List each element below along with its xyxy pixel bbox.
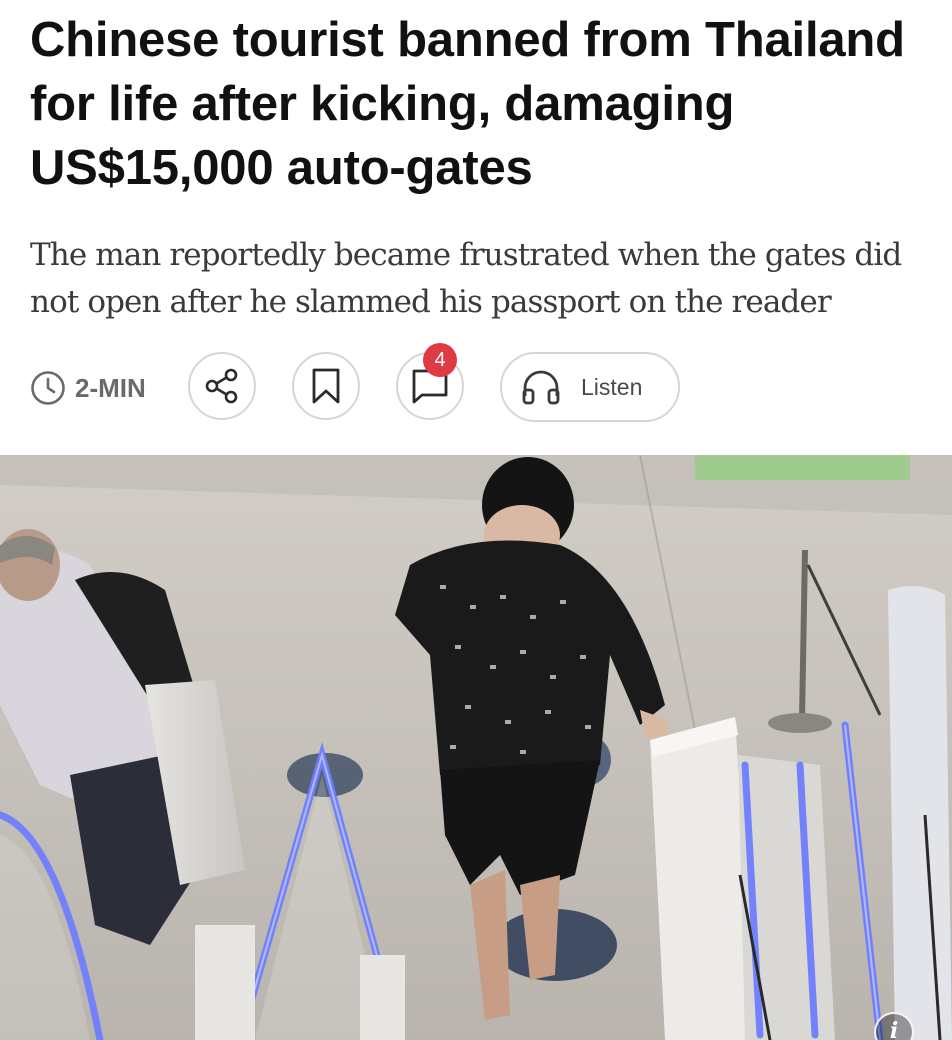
cctv-scene-image	[0, 455, 952, 1040]
headline: Chinese tourist banned from Thailand for…	[30, 13, 905, 195]
article-photo[interactable]	[0, 455, 952, 1040]
article: Chinese tourist banned from Thailand for…	[0, 0, 952, 1040]
clock-icon	[30, 370, 66, 406]
share-button[interactable]	[188, 352, 256, 420]
comment-count-badge: 4	[423, 343, 457, 377]
listen-label: Listen	[581, 373, 643, 400]
article-toolbar: 2-MIN Listen	[30, 350, 690, 424]
read-time: 2-MIN	[30, 368, 146, 408]
standfirst: The man reportedly became frustrated whe…	[30, 237, 902, 320]
listen-button[interactable]: Listen	[500, 352, 680, 422]
bookmark-icon	[308, 366, 344, 406]
read-time-label: 2-MIN	[75, 372, 146, 403]
bookmark-button[interactable]	[292, 352, 360, 420]
share-icon	[202, 366, 242, 406]
headphones-icon	[502, 368, 561, 406]
